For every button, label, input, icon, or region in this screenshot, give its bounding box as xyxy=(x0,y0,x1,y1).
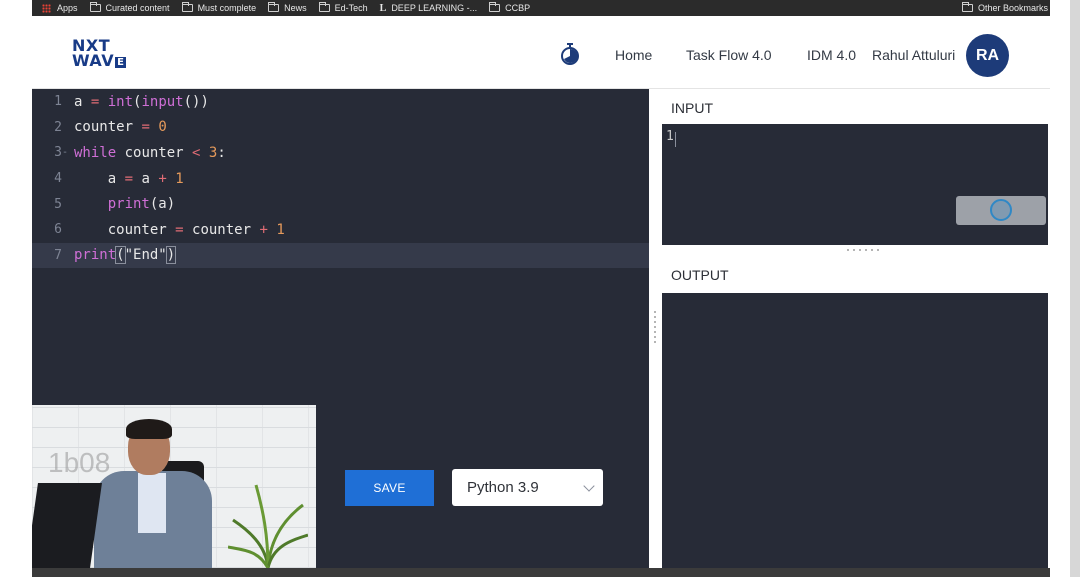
fold-toggle-icon[interactable]: - xyxy=(62,147,74,158)
stopwatch-icon[interactable] xyxy=(560,43,580,65)
nav-home[interactable]: Home xyxy=(615,47,652,63)
screen-border-bottom xyxy=(32,568,1050,577)
code-text: counter = 0 xyxy=(74,119,167,136)
bookmark-label: Curated content xyxy=(105,3,170,13)
text-cursor xyxy=(675,132,676,147)
screen-border-right xyxy=(1050,0,1080,577)
code-line[interactable]: 5 print(a) xyxy=(32,191,649,217)
chevron-down-icon xyxy=(583,480,595,492)
code-line[interactable]: 1 a = int(input()) xyxy=(32,89,649,115)
bookmark-must-complete[interactable]: Must complete xyxy=(181,2,257,13)
bookmark-apps[interactable]: Apps xyxy=(57,3,78,13)
toggle-switch[interactable] xyxy=(956,196,1046,225)
code-line[interactable]: 4 a = a + 1 xyxy=(32,166,649,192)
webcam-hair xyxy=(126,419,172,439)
bookmark-label: Ed-Tech xyxy=(334,3,368,13)
input-value: 1 xyxy=(666,129,674,144)
webcam-overlay: 1b08 xyxy=(32,405,316,568)
code-line[interactable]: 6 counter = counter + 1 xyxy=(32,217,649,243)
bookmark-label: DEEP LEARNING -... xyxy=(391,3,478,13)
bookmark-curated-content[interactable]: Curated content xyxy=(89,2,170,13)
line-number: 1 xyxy=(54,94,62,110)
output-area xyxy=(662,293,1048,568)
bookmark-other[interactable]: Other Bookmarks xyxy=(961,2,1048,13)
nxt-wave-logo[interactable]: NXT WAV E xyxy=(72,38,127,70)
code-text: a = int(input()) xyxy=(74,93,209,110)
input-textarea[interactable]: 1 xyxy=(662,124,1048,245)
bookmark-label: Other Bookmarks xyxy=(977,3,1048,13)
line-number: 7 xyxy=(54,247,62,263)
save-button[interactable]: SAVE xyxy=(345,470,434,506)
bookmarks-bar: Apps Curated content Must complete News … xyxy=(32,0,1050,16)
webcam-shirt xyxy=(138,473,166,533)
screen-border-left xyxy=(0,0,32,577)
top-navbar: NXT WAV E Home Task Flow 4.0 IDM 4.0 Rahu… xyxy=(32,16,1050,89)
code-line[interactable]: 2 counter = 0 xyxy=(32,115,649,141)
line-number: 3 xyxy=(54,145,62,161)
output-title: OUTPUT xyxy=(671,267,729,283)
bookmark-label: CCBP xyxy=(505,3,531,13)
logo-box-letter: E xyxy=(115,57,127,68)
code-text: print(a) xyxy=(107,196,176,213)
webcam-plant xyxy=(228,484,308,568)
folder-icon xyxy=(489,2,501,12)
nav-user-name[interactable]: Rahul Attuluri xyxy=(872,47,955,63)
code-line-active[interactable]: 7 print("End") xyxy=(32,242,649,269)
horizontal-drag-handle-icon[interactable] xyxy=(847,249,879,251)
toggle-knob[interactable] xyxy=(990,199,1012,221)
bookmark-label: Apps xyxy=(57,3,78,13)
webcam-watermark-id: 1b08 xyxy=(48,447,111,478)
deep-learning-site-icon: L xyxy=(379,2,387,14)
bookmark-ccbp[interactable]: CCBP xyxy=(489,2,531,13)
bookmark-label: Must complete xyxy=(197,3,257,13)
avatar[interactable]: RA xyxy=(966,34,1009,77)
folder-icon xyxy=(89,2,101,12)
bookmark-deep-learning[interactable]: L DEEP LEARNING -... xyxy=(380,3,478,14)
line-number: 4 xyxy=(54,171,62,187)
vertical-splitter[interactable] xyxy=(649,89,662,568)
folder-icon xyxy=(268,2,280,12)
bookmark-label: News xyxy=(284,3,307,13)
input-title: INPUT xyxy=(671,100,713,116)
folder-icon xyxy=(961,2,973,12)
webcam-laptop xyxy=(32,483,102,568)
drag-handle-icon xyxy=(654,311,656,345)
line-number: 2 xyxy=(54,119,62,135)
nav-idm[interactable]: IDM 4.0 xyxy=(807,47,856,63)
code-text: while counter < 3: xyxy=(74,144,226,161)
nav-task-flow[interactable]: Task Flow 4.0 xyxy=(686,47,772,63)
line-number: 6 xyxy=(54,222,62,238)
language-select[interactable]: Python 3.9 xyxy=(452,469,603,506)
code-text: a = a + 1 xyxy=(74,170,184,187)
logo-line2-text: WAV xyxy=(72,51,115,70)
bookmark-news[interactable]: News xyxy=(268,2,307,13)
logo-line2: WAV E xyxy=(72,51,127,70)
io-panel: INPUT 1 OUTPUT xyxy=(649,89,1050,568)
code-line[interactable]: 3- while counter < 3: xyxy=(32,140,649,166)
apps-grid-icon[interactable] xyxy=(42,3,51,13)
folder-icon xyxy=(181,2,193,12)
code-text: counter = counter + 1 xyxy=(74,221,285,238)
line-number: 5 xyxy=(54,196,62,212)
folder-icon xyxy=(318,2,330,12)
bookmark-ed-tech[interactable]: Ed-Tech xyxy=(318,2,368,13)
language-select-value: Python 3.9 xyxy=(467,479,539,496)
code-text: print("End") xyxy=(74,246,177,265)
